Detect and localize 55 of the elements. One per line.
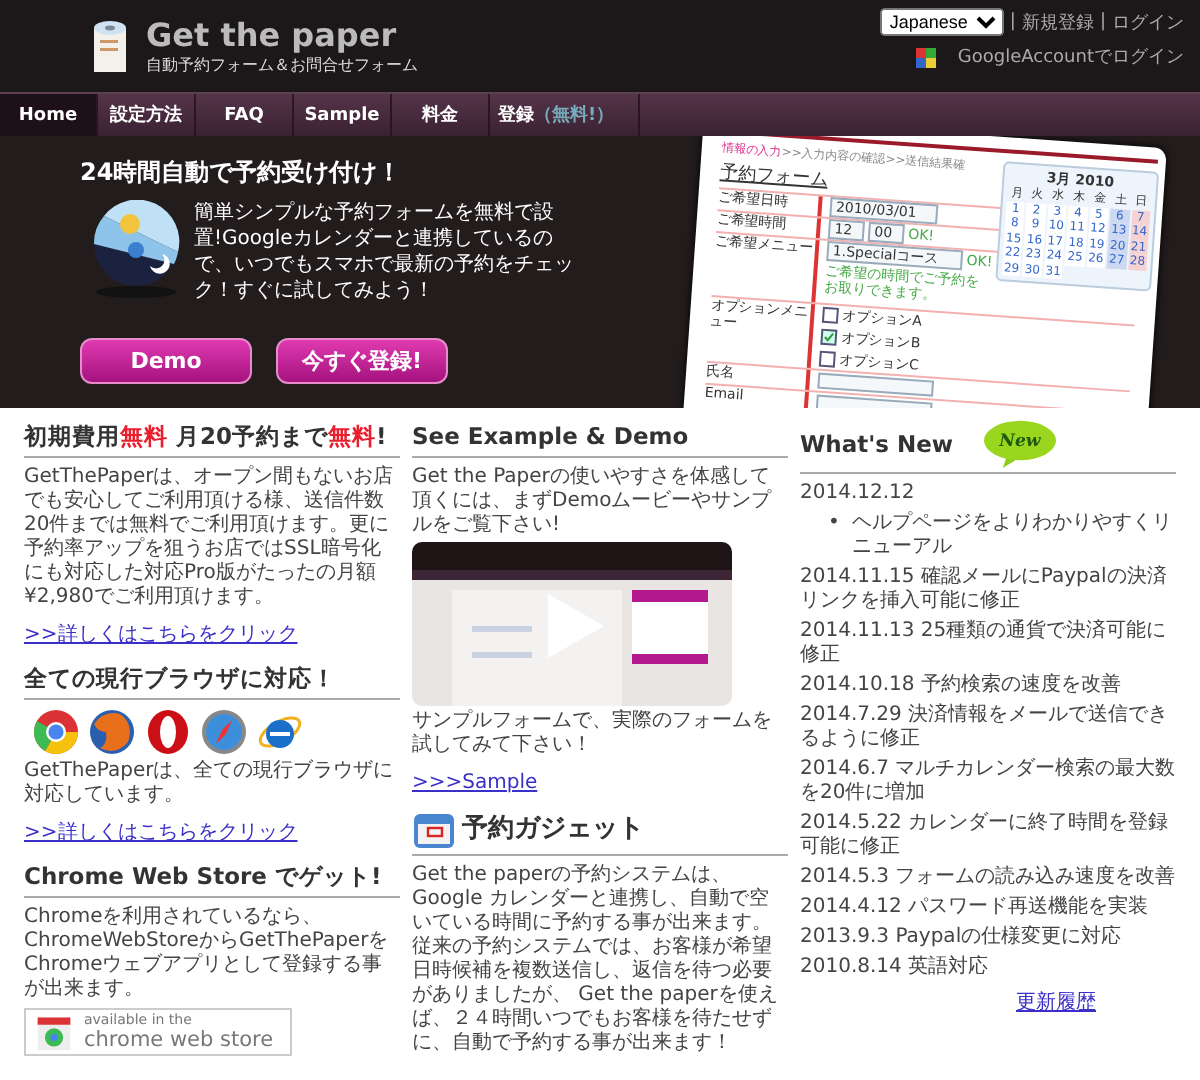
day-night-icon — [90, 200, 182, 300]
news-item: 2014.5.22 カレンダーに終了時間を登録可能に修正 — [800, 812, 1171, 860]
section-text: サンプルフォームで、実際のフォームを試してみて下さい！ — [412, 710, 774, 758]
checkbox[interactable] — [821, 306, 839, 324]
section-text: GetThePaperは、オープン間もないお店でも安心してご利用頂ける様、送信件数20件までは無料でご利用頂けます。更に予約率アップを狙うお店ではSSL暗号化にも対応した対応Pro版がたったの月額¥2,980でご利用頂けます。 — [24, 466, 396, 610]
news-item: 2014.10.18 予約検索の速度を改善 — [800, 674, 1123, 698]
news-item: 2013.9.3 Paypalの仕様変更に対応 — [800, 926, 1124, 950]
bullet-marker: • — [828, 512, 840, 538]
news-item: 2014.7.29 決済情報をメールで送信できるように修正 — [800, 704, 1171, 752]
section-text: GetThePaperは、全ての現行ブラウザに対応しています。 — [24, 760, 396, 808]
google-icon — [915, 47, 936, 67]
browser-icon — [88, 708, 136, 756]
section-heading: What's New — [800, 428, 954, 460]
google-login-link[interactable]: GoogleAccountでログイン — [957, 44, 1184, 70]
checkbox[interactable] — [818, 350, 836, 368]
logo-title[interactable]: Get the paper — [146, 16, 418, 54]
details-link[interactable]: >>>Sample — [412, 772, 538, 794]
news-item: 2014.5.3 フォームの読み込み速度を改善 — [800, 866, 1176, 890]
header-link[interactable]: 新規登録 — [1021, 9, 1094, 35]
nav-tab[interactable]: Home — [0, 94, 98, 136]
language-select[interactable]: Japanese — [879, 8, 1004, 36]
news-item: 2014.11.15 確認メールにPaypalの決済リンクを挿入可能に修正 — [800, 566, 1169, 614]
news-item: 2014.6.7 マルチカレンダー検索の最大数を20件に増加 — [800, 758, 1176, 806]
text-field[interactable] — [817, 372, 935, 397]
hero-description: 簡単シンプルな予約フォームを無料で設置!Googleカレンダーと連携しているので、いつでもスマホで最新の予約をチェック！すぐに試してみよう！ — [194, 200, 576, 304]
hero-heading: 24時間自動で予約受け付け！ — [80, 156, 402, 190]
history-link[interactable]: 更新履歴 — [1016, 992, 1096, 1014]
header-link[interactable]: ログイン — [1112, 9, 1184, 35]
checkbox[interactable] — [820, 328, 838, 346]
shopping-bag-icon — [34, 1012, 74, 1052]
browser-icon — [144, 708, 192, 756]
details-link[interactable]: >>詳しくはこちらをクリック — [24, 624, 298, 646]
compass-icon — [200, 708, 248, 756]
news-item: 2014.11.13 25種類の通貨で決済可能に修正 — [800, 620, 1169, 668]
register-button[interactable]: 今すぐ登録! — [276, 338, 448, 384]
section-heading: See Example & Demo — [412, 420, 788, 458]
news-item: 2010.8.14 英語対応 — [800, 956, 991, 980]
section-heading: 初期費用無料 月20予約まで無料! — [24, 420, 400, 458]
news-item: ヘルプページをよりわかりやすくリニューアル — [851, 512, 1174, 560]
section-heading: 全ての現行ブラウザに対応！ — [24, 662, 400, 700]
form-title: 予約フォーム — [719, 162, 829, 191]
news-item: 2014.4.12 パスワード再送機能を実装 — [800, 896, 1151, 920]
section-heading: 予約ガジェット — [462, 814, 644, 846]
separator: | — [1009, 12, 1016, 32]
section-heading: Chrome Web Store でゲット! — [24, 860, 400, 898]
calendar-icon — [412, 810, 456, 850]
news-date: 2014.12.12 — [800, 482, 917, 506]
demo-button[interactable]: Demo — [80, 338, 252, 384]
logo-subtitle: 自動予約フォーム＆お問合せフォーム — [146, 54, 418, 76]
section-text: Chromeを利用されているなら、ChromeWebStoreからGetThePaperをChromeウェブアプリとして登録する事が出来ます。 — [24, 906, 391, 1002]
section-text: Get the Paperの使いやすさを体感して頂くには、まずDemoムービーやサンプルをご覧下さい! — [412, 466, 774, 538]
section-text: Get the paperの予約システムは、Google カレンダーと連携し、自動で空いている時間に予約する事が出来ます。従来の予約システムでは、お客様が希望日時候補を複数送信し、返信を待つ必要がありましたが、 Get the paperを使えば、２４時間いつでもお客様を待たせずに、自動で予約する事が出来ます！ — [412, 864, 780, 1056]
separator: | — [1099, 12, 1106, 32]
details-link[interactable]: >>詳しくはこちらをクリック — [24, 822, 298, 844]
browser-icon — [32, 708, 80, 756]
